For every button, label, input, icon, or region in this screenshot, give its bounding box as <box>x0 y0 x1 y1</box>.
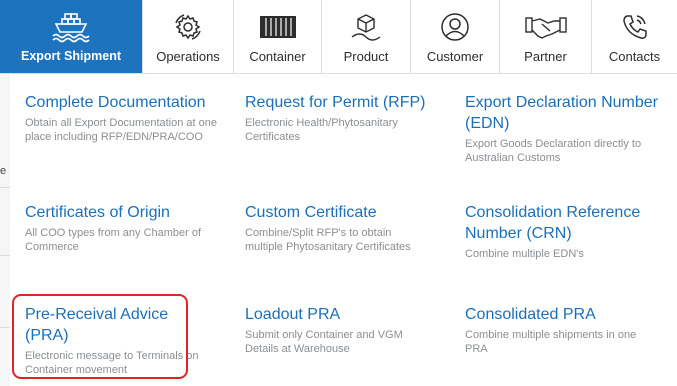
menu-item-title[interactable]: Custom Certificate <box>245 202 430 223</box>
gear-icon <box>172 10 204 44</box>
phone-icon <box>619 10 651 44</box>
menu-item-pre-receival-advice[interactable]: Pre-Receival Advice (PRA) Electronic mes… <box>25 304 203 377</box>
menu-item-complete-documentation[interactable]: Complete Documentation Obtain all Export… <box>25 92 220 144</box>
menu-item-title[interactable]: Consolidated PRA <box>465 304 650 325</box>
export-shipment-menu: Complete Documentation Obtain all Export… <box>10 74 677 386</box>
menu-item-title[interactable]: Loadout PRA <box>245 304 425 325</box>
tab-label: Contacts <box>608 49 661 64</box>
tab-label: Customer <box>426 49 484 64</box>
menu-item-description: Electronic Health/Phytosanitary Certific… <box>245 117 398 143</box>
tab-label: Partner <box>524 49 567 64</box>
tab-label: Container <box>249 49 306 64</box>
menu-item-request-for-permit[interactable]: Request for Permit (RFP) Electronic Heal… <box>245 92 440 144</box>
menu-item-description: Obtain all Export Documentation at one p… <box>25 117 218 143</box>
menu-item-description: Combine multiple shipments in one PRA <box>465 329 637 355</box>
menu-item-title[interactable]: Pre-Receival Advice (PRA) <box>25 304 203 346</box>
ship-icon <box>49 10 93 44</box>
tab-contacts[interactable]: Contacts <box>592 0 677 73</box>
menu-item-title[interactable]: Certificates of Origin <box>25 202 220 223</box>
menu-item-description: Electronic message to Terminals on Conta… <box>25 350 199 376</box>
menu-item-loadout-pra[interactable]: Loadout PRA Submit only Container and VG… <box>245 304 425 356</box>
main-nav: Export Shipment Operations Container Pro… <box>0 0 677 74</box>
menu-item-description: Submit only Container and VGM Details at… <box>245 329 403 355</box>
tab-partner[interactable]: Partner <box>500 0 592 73</box>
tab-container[interactable]: Container <box>234 0 322 73</box>
menu-item-description: Combine multiple EDN's <box>465 248 584 260</box>
tab-operations[interactable]: Operations <box>143 0 234 73</box>
box-icon <box>346 10 386 44</box>
background-divider <box>0 187 10 188</box>
background-divider <box>0 255 10 256</box>
menu-item-title[interactable]: Complete Documentation <box>25 92 220 113</box>
tab-label: Product <box>343 49 389 64</box>
menu-item-export-declaration-number[interactable]: Export Declaration Number (EDN) Export G… <box>465 92 665 165</box>
menu-item-custom-certificate[interactable]: Custom Certificate Combine/Split RFP's t… <box>245 202 430 254</box>
tab-product[interactable]: Product <box>322 0 411 73</box>
menu-item-description: Export Goods Declaration directly to Aus… <box>465 138 642 164</box>
menu-item-description: All COO types from any Chamber of Commer… <box>25 227 202 253</box>
menu-item-title[interactable]: Request for Permit (RFP) <box>245 92 440 113</box>
background-divider <box>0 327 10 328</box>
tab-export-shipment[interactable]: Export Shipment <box>0 0 143 73</box>
handshake-icon <box>524 10 568 44</box>
user-icon <box>439 10 471 44</box>
menu-item-description: Combine/Split RFP's to obtain multiple P… <box>245 227 411 253</box>
tab-label: Operations <box>156 49 220 64</box>
menu-item-consolidation-reference-number[interactable]: Consolidation Reference Number (CRN) Com… <box>465 202 665 262</box>
menu-item-certificates-of-origin[interactable]: Certificates of Origin All COO types fro… <box>25 202 220 254</box>
menu-item-consolidated-pra[interactable]: Consolidated PRA Combine multiple shipme… <box>465 304 650 356</box>
menu-item-title[interactable]: Export Declaration Number (EDN) <box>465 92 665 134</box>
container-icon <box>258 10 298 44</box>
tab-label: Export Shipment <box>20 49 121 63</box>
background-text-fragment: e <box>0 165 7 177</box>
menu-item-title[interactable]: Consolidation Reference Number (CRN) <box>465 202 665 244</box>
tab-customer[interactable]: Customer <box>411 0 500 73</box>
